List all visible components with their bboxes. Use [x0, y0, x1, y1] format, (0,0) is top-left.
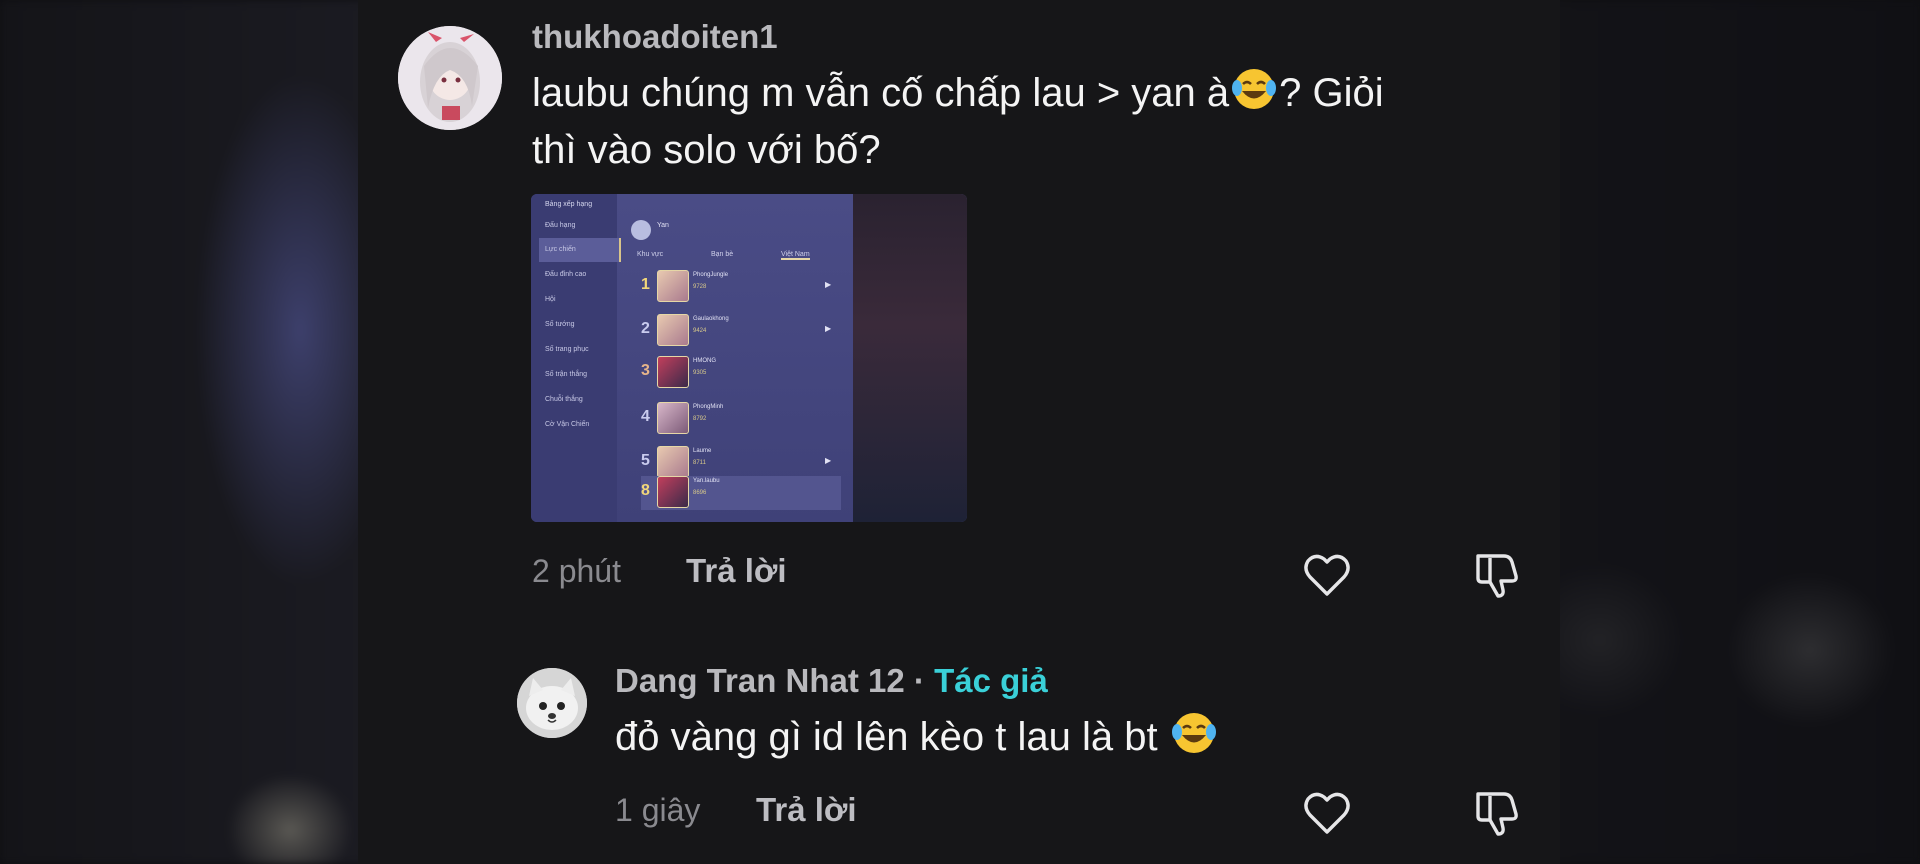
sidebar-item: Lực chiến	[545, 246, 576, 253]
reply-header: Dang Tran Nhat 12 · Tác giả	[615, 662, 1048, 700]
sidebar-item: Số tướng	[545, 321, 575, 328]
laughing-tears-emoji-icon	[1171, 713, 1216, 753]
player-name: Gaulaokhong	[693, 316, 729, 322]
avatar[interactable]	[517, 668, 587, 738]
leaderboard-header: Bảng xếp hạng	[545, 201, 593, 208]
player-score: 9728	[693, 284, 707, 290]
dislike-button[interactable]	[1470, 786, 1524, 840]
anime-girl-avatar-image	[398, 26, 502, 130]
hero-portrait	[657, 270, 689, 302]
rank-number: 1	[641, 276, 650, 293]
thumbs-down-outline-icon	[1476, 554, 1518, 598]
comment-timestamp: 1 giây	[615, 792, 701, 828]
sidebar-item: Số trận thắng	[545, 371, 588, 378]
author-badge: Tác giả	[934, 662, 1048, 699]
thumbs-down-outline-icon	[1476, 792, 1518, 836]
player-name: HMONG	[693, 358, 716, 364]
leaderboard-row-self: 8 Yan.laubu 8696	[641, 476, 841, 510]
like-button[interactable]	[1300, 786, 1354, 840]
play-icon: ▶	[825, 324, 832, 333]
leaderboard-row: 5 Laume 8711 ▶	[641, 446, 841, 480]
rank-number: 2	[641, 320, 650, 337]
rank-number: 5	[641, 452, 650, 469]
hero-portrait	[657, 356, 689, 388]
play-icon: ▶	[825, 456, 832, 465]
hero-portrait	[657, 446, 689, 478]
comment-username[interactable]: Dang Tran Nhat 12	[615, 662, 905, 699]
player-name: Yan.laubu	[693, 478, 720, 484]
hero-portrait	[657, 402, 689, 434]
player-score: 9424	[693, 328, 707, 334]
tab-vietnam: Việt Nam	[781, 251, 810, 260]
comment-timestamp: 2 phút	[532, 553, 621, 589]
blurred-game-background	[853, 194, 967, 522]
comment-text-part: ? Giỏi	[1279, 71, 1384, 115]
player-name: Yan	[657, 222, 669, 229]
comment-text-part: thì vào solo với bố?	[532, 128, 881, 172]
comment-username[interactable]: thukhoadoiten1	[532, 18, 778, 56]
sidebar-item: Hội	[545, 296, 556, 303]
player-score: 9305	[693, 370, 707, 376]
laughing-tears-emoji-icon	[1232, 69, 1277, 109]
cat-avatar-image	[517, 668, 587, 738]
player-name: PhongMinh	[693, 404, 724, 410]
rank-number: 3	[641, 362, 650, 379]
like-button[interactable]	[1300, 548, 1354, 602]
sidebar-item: Cờ Vận Chiến	[545, 421, 590, 428]
heart-outline-icon	[1304, 792, 1350, 834]
leaderboard-sidebar: Đấu hạng Lực chiến Đấu đỉnh cao Hội Số t…	[531, 194, 621, 522]
tab-friends: Bạn bè	[711, 251, 734, 258]
dislike-button[interactable]	[1470, 548, 1524, 602]
leaderboard-tabs: Khu vực Bạn bè Việt Nam	[631, 251, 841, 263]
leaderboard-row: 1 PhongJungle 9728 ▶	[641, 270, 841, 304]
hero-portrait	[657, 314, 689, 346]
tab-region: Khu vực	[637, 251, 664, 258]
sidebar-item: Chuỗi thắng	[545, 396, 583, 403]
comment-text-part: laubu chúng m vẫn cố chấp lau > yan à	[532, 71, 1230, 115]
reply-button[interactable]: Trả lời	[686, 552, 787, 590]
player-name: PhongJungle	[693, 272, 729, 278]
comment-text: đỏ vàng gì id lên kèo t lau là bt	[615, 709, 1515, 766]
avatar[interactable]	[398, 26, 502, 130]
sidebar-item: Đấu đỉnh cao	[545, 271, 587, 278]
rank-number: 4	[641, 408, 650, 425]
comment-attached-image[interactable]: Đấu hạng Lực chiến Đấu đỉnh cao Hội Số t…	[531, 194, 967, 522]
player-avatar	[631, 220, 651, 240]
separator-dot: ·	[904, 662, 935, 699]
sidebar-item: Số trang phục	[545, 346, 589, 353]
play-icon: ▶	[825, 280, 832, 289]
rank-number: 8	[641, 482, 650, 499]
comment-text: laubu chúng m vẫn cố chấp lau > yan à ? …	[532, 65, 1492, 179]
heart-outline-icon	[1304, 554, 1350, 596]
sidebar-item: Đấu hạng	[545, 222, 576, 229]
leaderboard-row: 4 PhongMinh 8792	[641, 402, 841, 436]
reply-button[interactable]: Trả lời	[756, 791, 857, 829]
leaderboard-row: 2 Gaulaokhong 9424 ▶	[641, 314, 841, 348]
leaderboard-row: 3 HMONG 9305	[641, 356, 841, 390]
comment-text-part: đỏ vàng gì id lên kèo t lau là bt	[615, 715, 1169, 759]
hero-portrait	[657, 476, 689, 508]
player-score: 8792	[693, 416, 707, 422]
player-name: Laume	[693, 448, 712, 454]
player-score: 8696	[693, 490, 707, 496]
player-score: 8711	[693, 460, 706, 466]
